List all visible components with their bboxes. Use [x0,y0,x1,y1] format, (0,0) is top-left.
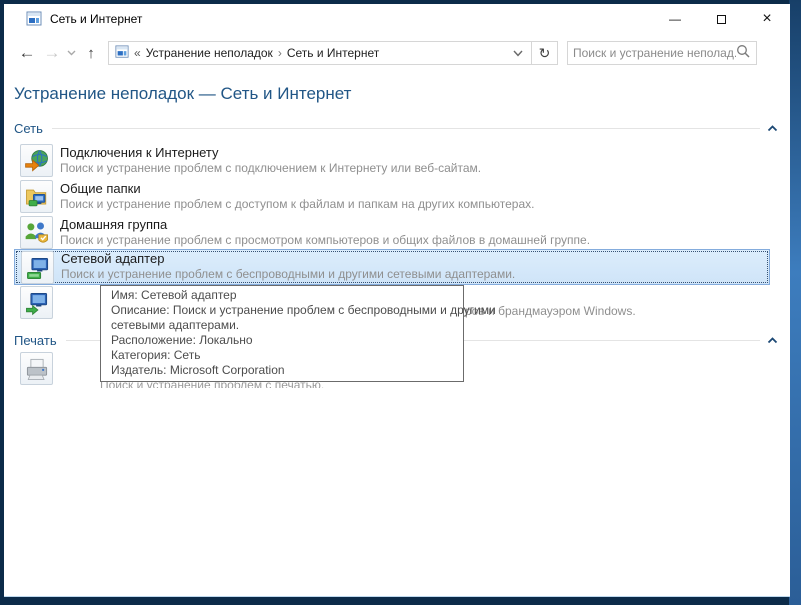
address-icon [115,44,129,62]
page-title: Устранение неполадок — Сеть и Интернет [14,84,352,103]
up-button[interactable]: ↑ [78,45,104,62]
minimize-button[interactable]: — [652,4,698,34]
control-panel-window: Сеть и Интернет — × ← → ↑ « Устранение н… [4,4,790,597]
troubleshooter-item-internet-connections[interactable]: Подключения к Интернету Поиск и устранен… [14,143,770,179]
search-input[interactable] [573,46,736,60]
tooltip: Имя: Сетевой адаптер Описание: Поиск и у… [100,285,496,382]
troubleshooter-item-network-adapter[interactable]: Сетевой адаптер Поиск и устранение пробл… [14,249,770,285]
item-title: Общие папки [60,181,141,196]
section-label-network: Сеть [14,120,43,136]
chevron-up-icon[interactable] [767,336,778,344]
item-description: Поиск и устранение проблем с просмотром … [60,233,591,247]
address-bar[interactable]: « Устранение неполадок › Сеть и Интернет [108,41,532,65]
window-title: Сеть и Интернет [50,12,143,26]
breadcrumb-item-troubleshooting[interactable]: Устранение неполадок [146,46,273,60]
item-description: Поиск и устранение проблем с подключение… [60,161,482,175]
incoming-connections-icon [20,286,53,319]
search-box [567,41,757,65]
tooltip-line-name: Имя: Сетевой адаптер [111,288,237,302]
item-title: Подключения к Интернету [60,145,219,160]
history-dropdown-icon[interactable] [64,50,78,56]
troubleshooter-item-shared-folders[interactable]: Общие папки Поиск и устранение проблем с… [14,179,770,215]
address-dropdown-icon[interactable] [513,50,523,57]
close-button[interactable]: × [744,4,790,34]
breadcrumb-separator-icon: › [277,46,282,60]
breadcrumb-item-network-internet[interactable]: Сеть и Интернет [287,46,379,60]
item-title: Домашняя группа [60,217,168,232]
printer-icon[interactable] [20,352,53,385]
homegroup-icon [20,216,53,249]
tooltip-line-description-wrap: сетевыми адаптерами. [111,318,240,332]
internet-connection-icon [20,144,53,177]
item-description: Поиск и устранение проблем с беспроводны… [61,267,516,281]
item-description: Поиск и устранение проблем с доступом к … [60,197,535,211]
tooltip-line-description: Описание: Поиск и устранение проблем с б… [111,303,496,317]
app-icon [26,11,42,27]
search-icon[interactable] [736,44,751,62]
item-title: Сетевой адаптер [61,251,165,266]
maximize-button[interactable] [698,4,744,34]
back-button[interactable]: ← [14,43,40,63]
tooltip-line-category: Категория: Сеть [111,348,201,362]
section-label-print: Печать [14,332,57,348]
tooltip-line-location: Расположение: Локально [111,333,253,347]
refresh-button[interactable]: ↻ [532,41,558,65]
tooltip-line-publisher: Издатель: Microsoft Corporation [111,363,285,377]
maximize-icon [716,14,726,24]
desktop-wallpaper [789,0,801,605]
network-adapter-icon [21,251,54,284]
forward-button[interactable]: → [40,43,64,63]
troubleshooter-item-homegroup[interactable]: Домашняя группа Поиск и устранение пробл… [14,215,770,251]
navigation-bar: ← → ↑ « Устранение неполадок › Сеть и Ин… [4,34,790,72]
titlebar: Сеть и Интернет — × [4,4,790,34]
breadcrumb-collapse-icon[interactable]: « [134,46,141,60]
shared-folders-icon [20,180,53,213]
chevron-up-icon[interactable] [767,124,778,132]
section-divider [51,127,760,129]
section-header-network[interactable]: Сеть [14,119,778,137]
